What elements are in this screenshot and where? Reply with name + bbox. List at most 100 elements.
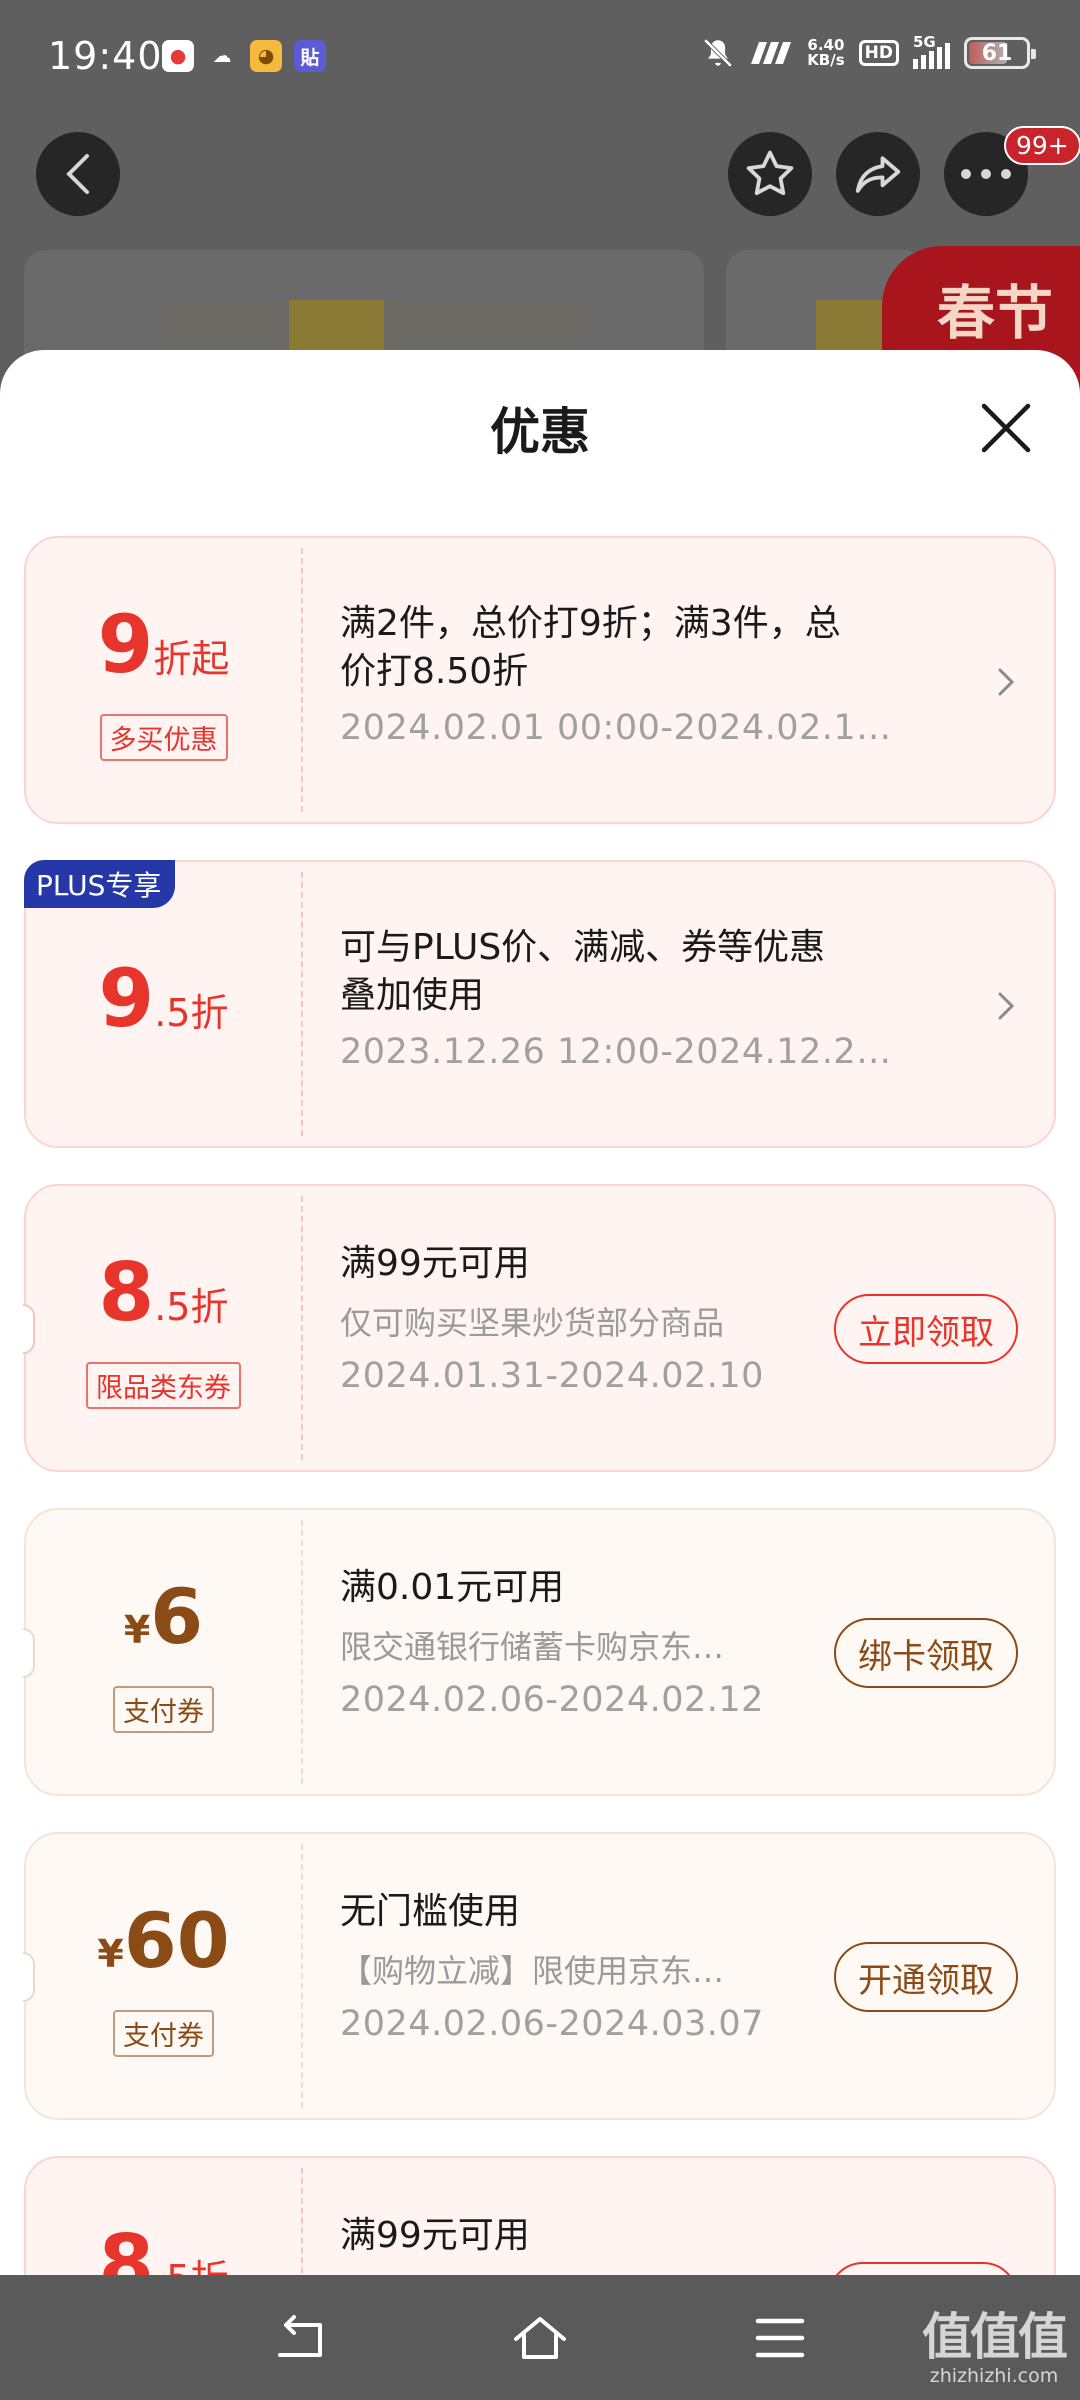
promo-card-bulk-discount[interactable]: 9折起 多买优惠 满2件，总价打9折；满3件，总价打8.50折 2024.02.… (24, 536, 1056, 824)
watermark-main: 值值值 (922, 2308, 1068, 2366)
card-divider (301, 872, 303, 1136)
promo-tag-wrap: 限品类东券 (26, 1362, 301, 1409)
promo-value: ¥60 (26, 1896, 301, 1985)
status-time: 19:40 (48, 34, 163, 78)
promo-date: 2024.02.06-2024.03.07 (340, 2004, 764, 2044)
favorite-button[interactable] (728, 132, 812, 216)
menu-icon[interactable] (752, 2313, 808, 2363)
vibrate-icon (751, 42, 792, 64)
battery-icon: 61 (964, 37, 1036, 69)
promo-tag: 限品类东券 (86, 1362, 241, 1409)
signal-icon: 5G (913, 33, 950, 69)
back-button[interactable] (36, 132, 120, 216)
promo-value: 8.5折 (26, 1246, 301, 1339)
app-notification-icon-0: ● (162, 40, 194, 72)
promo-value: 9折起 (26, 598, 301, 691)
promo-scope: 仅可购买坚果炒货部分商品 (340, 1304, 725, 1342)
card-divider (301, 1844, 303, 2108)
promo-value-sub: .5折 (154, 1285, 229, 1329)
card-divider (301, 548, 303, 812)
promo-value: ¥6 (26, 1572, 301, 1661)
home-icon[interactable] (512, 2313, 568, 2363)
promo-value-main: 60 (123, 1896, 230, 1985)
battery-level: 61 (981, 40, 1013, 66)
app-notification-icon-3: 貼 (294, 40, 326, 72)
more-badge: 99+ (1004, 126, 1080, 165)
chevron-left-icon (66, 154, 89, 194)
promo-details: 满2件，总价打9折；满3件，总价打8.50折 2024.02.01 00:00-… (340, 600, 892, 748)
network-type: 5G (913, 33, 936, 51)
promo-details: 可与PLUS价、满减、券等优惠叠加使用 2023.12.26 12:00-202… (340, 924, 892, 1072)
activate-claim-button[interactable]: 开通领取 (834, 1942, 1018, 2012)
close-icon[interactable] (978, 400, 1034, 456)
promo-value-main: 8 (98, 1246, 155, 1339)
promo-date: 2023.12.26 12:00-2024.12.2… (340, 1032, 892, 1072)
bind-card-claim-button[interactable]: 绑卡领取 (834, 1618, 1018, 1688)
claim-button-partial[interactable] (828, 2262, 1018, 2275)
promo-value: 9.5折 (26, 952, 301, 1045)
promo-scope: 限交通银行储蓄卡购京东… (340, 1628, 725, 1666)
more-dots-icon (961, 169, 1011, 179)
promo-value: 8.5折 (26, 2218, 301, 2275)
status-app-icons: ● ☁ ◕ 貼 (162, 40, 326, 72)
card-divider (301, 2168, 303, 2275)
plus-exclusive-tag: PLUS专享 (24, 860, 176, 908)
back-gesture-icon[interactable] (272, 2313, 328, 2363)
watermark: 值值值 zhizhizhi.com (922, 2297, 1068, 2387)
promo-date: 2024.01.31-2024.02.10 (340, 1356, 764, 1396)
promo-value-sub: .5折 (154, 2257, 228, 2275)
chevron-right-icon (998, 992, 1015, 1020)
promo-value-sub: .5折 (154, 991, 229, 1035)
promo-details: 满0.01元可用 限交通银行储蓄卡购京东… 2024.02.06-2024.02… (340, 1564, 860, 1720)
promo-tag: 支付券 (113, 2010, 214, 2057)
promo-value-main: 6 (150, 1572, 204, 1661)
watermark-url: zhizhizhi.com (929, 2365, 1059, 2387)
promo-condition: 满99元可用 (340, 1243, 530, 1284)
sheet-title: 优惠 (490, 403, 590, 461)
promo-card-plus[interactable]: PLUS专享 9.5折 可与PLUS价、满减、券等优惠叠加使用 2023.12.… (24, 860, 1056, 1148)
app-notification-icon-2: ◕ (250, 40, 282, 72)
currency-symbol: ¥ (123, 1608, 151, 1652)
promo-date: 2024.02.01 00:00-2024.02.1… (340, 708, 892, 748)
promo-details: 满99元可用 仅可购买坚果炒货部分商品 2024.01.31-2024.02.1… (340, 1240, 860, 1396)
hd-icon: HD (858, 40, 899, 66)
currency-symbol: ¥ (97, 1932, 124, 1976)
promo-date: 2024.02.06-2024.02.12 (340, 1680, 764, 1720)
card-divider (301, 1196, 303, 1460)
promotions-sheet: 优惠 9折起 多买优惠 满2件，总价打9折；满3件，总价打8.50折 2024.… (0, 350, 1080, 2275)
promo-value-main: 9 (97, 598, 154, 691)
promo-card-category-coupon: 8.5折 限品类东券 满99元可用 仅可购买坚果炒货部分商品 2024.01.3… (23, 1184, 1056, 1472)
promo-tag: 支付券 (113, 1686, 214, 1733)
promo-tag: 多买优惠 (99, 714, 228, 761)
promo-tag-wrap: 支付券 (26, 1686, 301, 1733)
share-icon (855, 156, 901, 193)
promo-condition: 可与PLUS价、满减、券等优惠叠加使用 (340, 927, 826, 1016)
net-speed-unit: KB/s (807, 51, 845, 69)
promo-condition: 满0.01元可用 (340, 1567, 565, 1608)
promo-card-category-coupon-2: 8.5折 满99元可用 (24, 2156, 1056, 2275)
promo-condition: 满99元可用 (340, 2215, 530, 2256)
promo-scope: 【购物立减】限使用京东… (340, 1952, 725, 1990)
card-divider (301, 1520, 303, 1784)
share-button[interactable] (836, 132, 920, 216)
status-right: 6.40 KB/s HD 5G 61 (701, 33, 1036, 70)
promo-value-main: 9 (98, 952, 155, 1045)
promo-tag-wrap: 多买优惠 (26, 714, 301, 761)
promo-value-main: 8 (98, 2218, 155, 2275)
promo-condition: 无门槛使用 (340, 1891, 521, 1932)
status-bar: 19:40 ● ☁ ◕ 貼 6.40 KB/s HD 5G 61 (0, 0, 1080, 110)
chevron-right-icon (998, 668, 1015, 696)
net-speed: 6.40 KB/s (807, 38, 844, 68)
system-nav-bar: 值值值 zhizhizhi.com (0, 2275, 1080, 2400)
promo-value-sub: 折起 (153, 637, 230, 681)
promo-tag-wrap: 支付券 (26, 2010, 301, 2057)
promo-card-pay-coupon-60: ¥60 支付券 无门槛使用 【购物立减】限使用京东… 2024.02.06-20… (23, 1832, 1056, 2120)
mute-bell-icon (703, 38, 733, 68)
star-icon (746, 150, 794, 196)
claim-now-button[interactable]: 立即领取 (834, 1294, 1018, 1364)
promo-condition: 满2件，总价打9折；满3件，总价打8.50折 (340, 603, 841, 692)
app-notification-icon-1: ☁ (212, 45, 232, 67)
promo-card-pay-coupon-6: ¥6 支付券 满0.01元可用 限交通银行储蓄卡购京东… 2024.02.06-… (23, 1508, 1056, 1796)
promo-details: 满99元可用 (340, 2212, 860, 2260)
promo-details: 无门槛使用 【购物立减】限使用京东… 2024.02.06-2024.03.07 (340, 1888, 860, 2044)
